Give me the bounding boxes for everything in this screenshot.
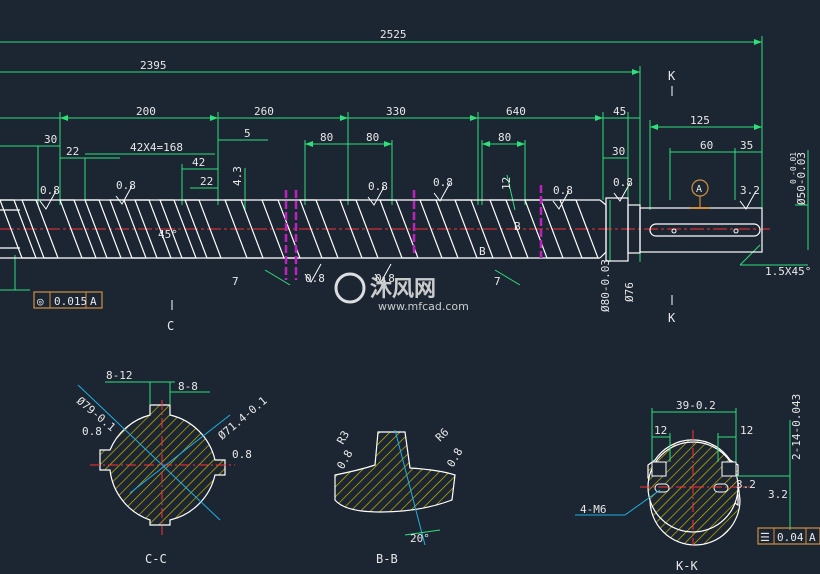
diameter-76: Ø76	[623, 282, 636, 302]
dim-45: 45	[613, 105, 626, 118]
dim-4-3: 4.3	[231, 166, 244, 186]
rough-7: 0.8	[305, 272, 325, 285]
kk-title: K-K	[676, 559, 698, 573]
dim-2525: 2525	[380, 28, 407, 41]
dim-640: 640	[506, 105, 526, 118]
dim-260: 260	[254, 105, 274, 118]
dim-5: 5	[244, 127, 251, 140]
dim-80-a: 80	[320, 131, 333, 144]
angle-45: 45°	[158, 228, 178, 241]
cc-title: C-C	[145, 552, 167, 566]
cad-drawing: 2525 2395 200 260 330 640 45 125 30 22 4…	[0, 0, 820, 574]
dimension-arrows	[60, 39, 762, 147]
section-k-top: K	[668, 69, 676, 83]
kk-dim-12-right: 12	[740, 424, 753, 437]
cc-dim-8-12: 8-12	[106, 369, 133, 382]
tol-sup-0: 0	[789, 179, 798, 184]
rough-1: 0.8	[116, 179, 136, 192]
diameter-80: Ø80-0.03	[599, 259, 612, 312]
kk-rough-1: 3.2	[736, 478, 756, 491]
section-kk: 39-0.2 12 12 2-14-0.043 3.2 3.2 4-M6 K-K…	[575, 394, 820, 573]
rough-6: 0.8	[613, 176, 633, 189]
bb-dim-r6: R6	[433, 426, 452, 445]
rough-2: 0.8	[40, 184, 60, 197]
dim-60: 60	[700, 139, 713, 152]
kk-tol-value: 0.04	[777, 531, 804, 544]
rough-5: 0.8	[553, 184, 573, 197]
section-k-bottom: K	[668, 311, 676, 325]
concentricity-symbol: ◎	[37, 295, 44, 308]
dim-80-b: 80	[366, 131, 379, 144]
dim-125: 125	[690, 114, 710, 127]
bb-title: B-B	[376, 552, 398, 566]
dim-80-c: 80	[498, 131, 511, 144]
dim-42: 42	[192, 156, 205, 169]
section-b-1: B	[514, 220, 521, 233]
dim-42x4: 42X4=168	[130, 141, 183, 154]
drawing-svg: 2525 2395 200 260 330 640 45 125 30 22 4…	[0, 28, 820, 573]
tolerance-frame-main: ◎ 0.015 A	[33, 291, 103, 309]
section-cc: 8-12 8-8 Ø79-0.1 Ø71.4-0.1 0.8 0.8 C-C	[74, 369, 270, 566]
dim-12: 12	[500, 177, 513, 190]
section-bb: R3 R6 20° 0.8 0.8 B-B	[334, 426, 465, 566]
kk-dim-12-left: 12	[654, 424, 667, 437]
kk-dim-39: 39-0.2	[676, 399, 716, 412]
watermark-brand: 沐风网	[370, 277, 436, 302]
dim-30-right: 30	[612, 145, 625, 158]
watermark: 沐风网 www.mfcad.com	[334, 272, 469, 313]
bb-rough-2: 0.8	[444, 446, 465, 470]
dim-330: 330	[386, 105, 406, 118]
kk-thread: 4-M6	[580, 503, 607, 516]
tol-value-main: 0.015	[54, 295, 87, 308]
kk-rough-2: 3.2	[768, 488, 788, 501]
dim-7-left: 7	[232, 275, 239, 288]
kk-tol-datum: A	[809, 531, 816, 544]
dim-22-right: 22	[200, 175, 213, 188]
section-b-2: B	[479, 245, 486, 258]
screw-shaft	[0, 179, 770, 280]
rough-3: 0.8	[368, 180, 388, 193]
bb-dim-r3: R3	[334, 429, 352, 447]
tol-sup-1: -0.01	[789, 152, 798, 176]
watermark-url: www.mfcad.com	[378, 300, 469, 313]
dim-2395: 2395	[140, 59, 167, 72]
dim-200: 200	[136, 105, 156, 118]
cc-rough-1: 0.8	[82, 425, 102, 438]
rough-9: 3.2	[740, 184, 760, 197]
tol-datum-main: A	[90, 295, 97, 308]
kk-symmetry-symbol: ☰	[760, 531, 770, 544]
datum-a-label: A	[696, 184, 702, 195]
cc-dim-71: Ø71.4-0.1	[216, 394, 270, 442]
dim-30-left: 30	[44, 133, 57, 146]
bb-dim-20: 20°	[410, 532, 430, 545]
dim-22-left: 22	[66, 145, 79, 158]
kk-dim-2-14: 2-14-0.043	[790, 394, 803, 460]
dim-7-right: 7	[494, 275, 501, 288]
bb-rough-1: 0.8	[334, 448, 355, 472]
rough-4: 0.8	[433, 176, 453, 189]
chamfer-label: 1.5X45°	[765, 265, 811, 278]
cc-dim-8-8: 8-8	[178, 380, 198, 393]
dim-35: 35	[740, 139, 753, 152]
section-c: C	[167, 319, 174, 333]
cc-rough-2: 0.8	[232, 448, 252, 461]
